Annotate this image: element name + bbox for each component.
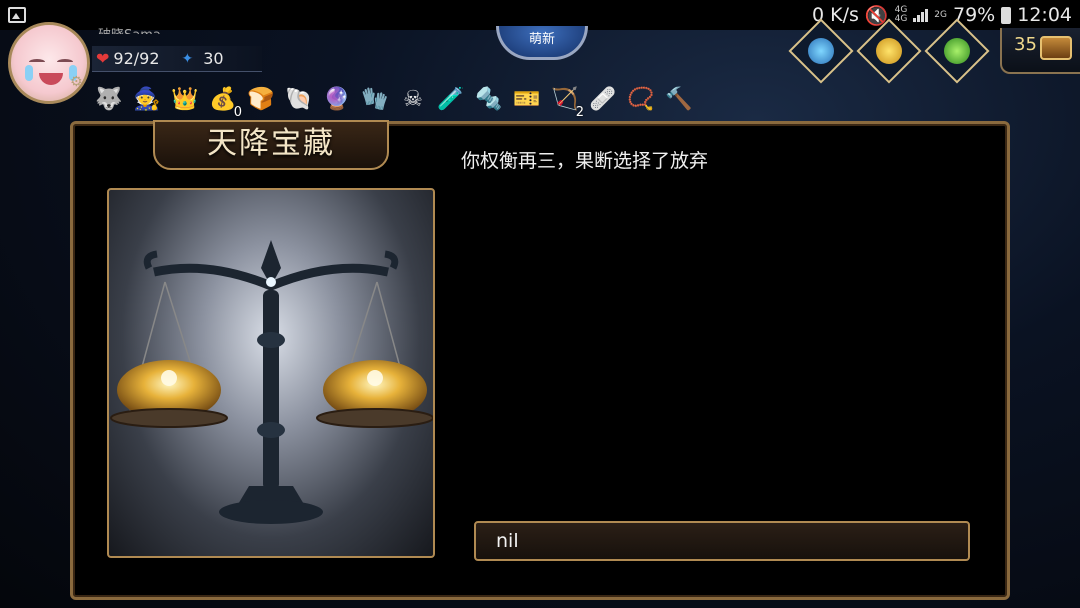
bow-icon[interactable]: 🏹 2 <box>548 82 584 121</box>
event-panel: 天降宝藏 你权衡再三，果断选择了放弃 nil <box>70 120 1010 600</box>
treasure-chest-icon <box>1040 36 1072 60</box>
player-avatar[interactable] <box>8 22 90 104</box>
blue-orb-icon[interactable]: 🔮 <box>320 82 354 116</box>
balance-scale-icon <box>110 240 433 524</box>
clock: 12:04 <box>1017 4 1072 26</box>
heart-icon: ❤ <box>96 49 110 68</box>
buff-glyph: 🩹 <box>589 86 617 112</box>
crown-icon[interactable]: 👑 <box>168 82 202 116</box>
hp-value: 92/92 <box>113 49 160 68</box>
buff-count: 0 <box>233 105 242 120</box>
treasure-chest-button[interactable]: 35 <box>1000 28 1080 74</box>
avatar-tear-left <box>25 65 33 81</box>
buff-glyph: 🔨 <box>665 86 693 112</box>
buff-glyph: 📿 <box>627 86 655 112</box>
buff-glyph: 🧙 <box>133 86 161 112</box>
buff-glyph: 🐺 <box>95 86 123 112</box>
rank-badge-label: 萌新 <box>528 32 555 47</box>
pirate-skull-icon[interactable]: ☠ <box>396 82 430 116</box>
buff-glyph: 🏹 <box>551 86 579 112</box>
drill-icon[interactable]: 🔩 <box>472 82 506 116</box>
mana-icon: ✦ <box>181 50 194 67</box>
signal-label-1: 4G 4G <box>894 5 908 24</box>
buff-glyph: 💰 <box>209 86 237 112</box>
gauntlet-icon[interactable]: 🧤 <box>358 82 392 116</box>
vip-card-icon[interactable]: 🎫 <box>510 82 544 116</box>
buff-glyph: 🧪 <box>437 86 465 112</box>
mana-value: 30 <box>203 49 224 68</box>
rank-badge[interactable]: 萌新 <box>496 26 588 60</box>
bread-icon[interactable]: 🍞 <box>244 82 278 116</box>
hammer-icon[interactable]: 🔨 <box>662 82 696 116</box>
player-stats: ❤ 92/92 ✦ 30 <box>92 46 262 72</box>
buff-bar: 🐺 🧙 👑 💰 0 🍞 🐚 🔮 🧤 ☠ 🧪 🔩 🎫 🏹 2 🩹 📿 🔨 <box>92 82 696 121</box>
buff-glyph: 🍞 <box>247 86 275 112</box>
buff-glyph: 🔩 <box>475 86 503 112</box>
collar-icon[interactable]: 📿 <box>624 82 658 116</box>
event-message: 你权衡再三，果断选择了放弃 <box>461 150 709 172</box>
settings-gear-icon[interactable]: ⚙ <box>70 74 83 90</box>
event-illustration <box>107 188 435 558</box>
hood-mage-icon[interactable]: 🧙 <box>130 82 164 116</box>
chest-count: 35 <box>1014 34 1037 55</box>
buff-glyph: 🐚 <box>285 86 313 112</box>
medkit-icon[interactable]: 🩹 <box>586 82 620 116</box>
battery-icon <box>1001 6 1012 24</box>
buff-count: 2 <box>575 105 584 120</box>
event-title: 天降宝藏 <box>153 120 389 170</box>
buff-glyph: 🔮 <box>323 86 351 112</box>
signal-bars-icon <box>913 8 929 22</box>
buff-glyph: 🧤 <box>361 86 389 112</box>
buff-glyph: 🎫 <box>513 86 541 112</box>
avatar-mouth <box>39 73 63 85</box>
avatar-eye-left <box>29 59 45 65</box>
potion-icon[interactable]: 🧪 <box>434 82 468 116</box>
coin-pocket-icon[interactable]: 💰 0 <box>206 82 242 121</box>
buff-glyph: 👑 <box>171 86 199 112</box>
player-name: 破晓Sama <box>98 24 161 34</box>
avatar-eye-right <box>57 59 73 65</box>
signal-label-2: 2G <box>934 9 947 20</box>
game-hud: ⚙ 破晓Sama ❤ 92/92 ✦ 30 萌新 35 🐺🧙👑💰0🍞🐚🔮🧤☠🧪🔩… <box>0 18 1080 121</box>
gallery-icon <box>8 7 26 23</box>
shell-icon[interactable]: 🐚 <box>282 82 316 116</box>
husky-icon[interactable]: 🐺 <box>92 82 126 116</box>
choice-button[interactable]: nil <box>474 521 970 561</box>
buff-glyph: ☠ <box>403 86 423 112</box>
